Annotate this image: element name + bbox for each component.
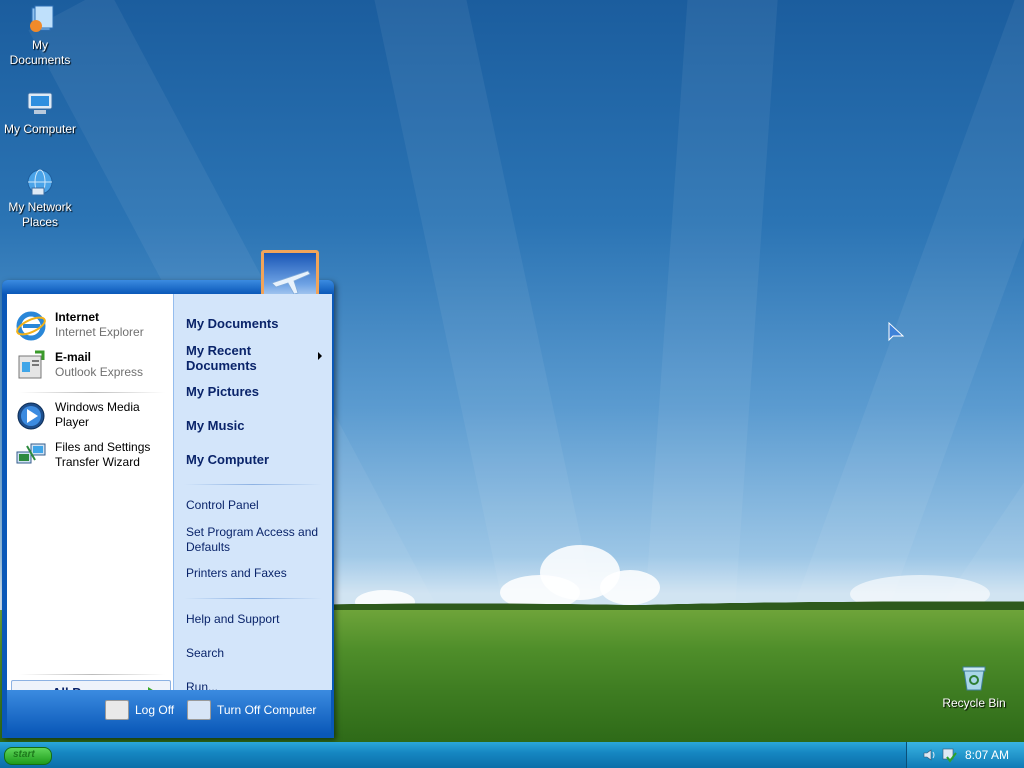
system-control-panel[interactable]: Control Panel	[186, 498, 326, 512]
separator	[184, 484, 322, 485]
clock[interactable]: 8:07 AM	[965, 748, 1009, 762]
pinned-item-title: E-mail	[55, 350, 92, 364]
place-my-pictures[interactable]: My Pictures	[186, 384, 326, 399]
place-my-documents[interactable]: My Documents	[186, 316, 326, 331]
start-button[interactable]: start	[4, 747, 52, 765]
separator	[19, 392, 165, 393]
start-menu: Internet Internet Explorer E-mail Outloo…	[2, 250, 334, 738]
place-my-music[interactable]: My Music	[186, 418, 326, 433]
frequent-item-label: Files and Settings Transfer Wizard	[55, 440, 151, 469]
media-player-icon	[15, 400, 47, 432]
log-off-button[interactable]: Log Off	[105, 700, 181, 720]
volume-icon[interactable]	[923, 748, 937, 762]
recycle-bin-icon	[958, 662, 990, 694]
computer-icon	[24, 88, 56, 120]
power-icon	[187, 700, 211, 720]
pinned-item-subtitle: Internet Explorer	[55, 325, 144, 339]
transfer-wizard-icon	[15, 440, 47, 472]
desktop-icon-my-computer[interactable]: My Computer	[0, 88, 80, 137]
frequent-windows-media-player[interactable]: Windows Media Player	[13, 398, 169, 434]
pinned-internet[interactable]: Internet Internet Explorer	[13, 308, 169, 344]
internet-explorer-icon	[15, 310, 47, 342]
desktop-icon-recycle-bin[interactable]: Recycle Bin	[934, 662, 1014, 711]
search[interactable]: Search	[186, 646, 326, 660]
system-printers-and-faxes[interactable]: Printers and Faxes	[186, 566, 326, 580]
system-tray: 8:07 AM	[906, 742, 1024, 768]
pinned-email[interactable]: E-mail Outlook Express	[13, 348, 169, 384]
place-my-computer[interactable]: My Computer	[186, 452, 326, 467]
start-menu-left-pane: Internet Internet Explorer E-mail Outloo…	[7, 294, 173, 706]
start-button-label: start	[13, 749, 35, 760]
frequent-item-label: Windows Media Player	[55, 400, 140, 429]
desktop-icon-my-network-places[interactable]: My Network Places	[0, 166, 80, 230]
desktop-icon-my-documents[interactable]: My Documents	[0, 4, 80, 68]
submenu-arrow-icon	[318, 352, 322, 360]
separator	[19, 674, 165, 675]
security-shield-icon[interactable]	[941, 747, 957, 763]
turn-off-computer-button[interactable]: Turn Off Computer	[187, 700, 327, 720]
start-menu-bottom-bar: Log Off Turn Off Computer	[7, 690, 331, 734]
sky-ray	[640, 0, 783, 684]
mouse-cursor-icon	[888, 322, 904, 342]
pinned-item-subtitle: Outlook Express	[55, 365, 144, 379]
desktop-icon-label: My Computer	[3, 122, 77, 136]
frequent-files-settings-transfer[interactable]: Files and Settings Transfer Wizard	[13, 438, 169, 474]
pinned-item-title: Internet	[55, 310, 100, 324]
help-and-support[interactable]: Help and Support	[186, 612, 326, 626]
log-off-label: Log Off	[135, 703, 175, 717]
my-documents-icon	[24, 4, 56, 36]
separator	[184, 598, 322, 599]
turn-off-label: Turn Off Computer	[217, 703, 317, 717]
place-my-recent-documents[interactable]: My Recent Documents	[186, 343, 306, 373]
desktop-icon-label: My Network Places	[8, 200, 72, 229]
network-globe-icon	[24, 166, 56, 198]
outlook-express-icon	[15, 350, 47, 382]
system-set-program-access[interactable]: Set Program Access and Defaults	[186, 525, 320, 555]
desktop-icon-label: Recycle Bin	[942, 696, 1006, 710]
taskbar: start 8:07 AM	[0, 742, 1024, 768]
desktop-icon-label: My Documents	[9, 38, 71, 67]
log-off-icon	[105, 700, 129, 720]
start-menu-right-pane: My Documents My Recent Documents My Pict…	[173, 294, 332, 694]
